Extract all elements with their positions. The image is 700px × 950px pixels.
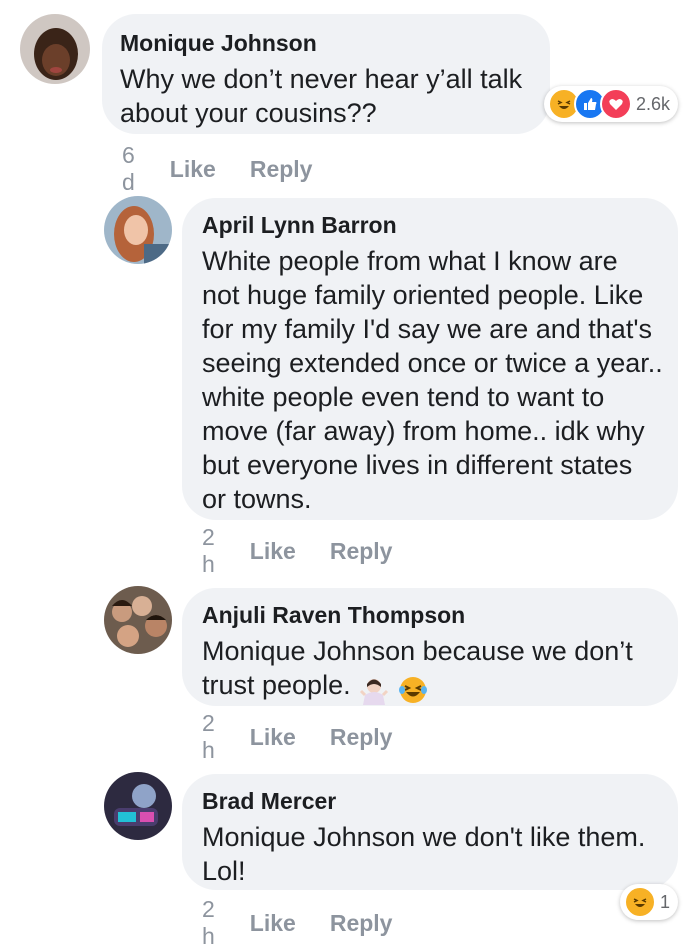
comment-author[interactable]: April Lynn Barron [202, 210, 678, 240]
reply-button[interactable]: Reply [330, 724, 393, 751]
haha-reaction-icon [624, 886, 656, 918]
comment-text: Monique Johnson we don't like them. Lol! [202, 822, 646, 886]
comment-actions: 2 h Like Reply [202, 710, 392, 764]
comment-actions: 2 h Like Reply [202, 524, 392, 578]
comment-text-line: Monique Johnson because we don’t trust p… [202, 634, 678, 705]
comment-author[interactable]: Anjuli Raven Thompson [202, 600, 678, 630]
comment-bubble: Brad Mercer Monique Johnson we don't lik… [182, 774, 678, 890]
laughing-tears-emoji-icon [398, 676, 427, 703]
reactions-summary[interactable]: 2.6k [544, 86, 679, 122]
comment-author[interactable]: Monique Johnson [120, 28, 550, 58]
comment-author[interactable]: Brad Mercer [202, 786, 678, 816]
timestamp[interactable]: 2 h [202, 524, 216, 578]
comment-bubble: Anjuli Raven Thompson Monique Johnson be… [182, 588, 678, 706]
avatar[interactable] [104, 772, 172, 840]
like-button[interactable]: Like [250, 724, 296, 751]
love-reaction-icon [600, 88, 632, 120]
comment-text: Why we don’t never hear y’all talk about… [120, 64, 523, 128]
reply-button[interactable]: Reply [330, 538, 393, 565]
reaction-count: 2.6k [636, 93, 671, 114]
timestamp[interactable]: 2 h [202, 710, 216, 764]
comment-actions: 6 d Like Reply [122, 142, 312, 196]
timestamp[interactable]: 6 d [122, 142, 136, 196]
like-button[interactable]: Like [250, 910, 296, 937]
reply-button[interactable]: Reply [250, 156, 313, 183]
timestamp[interactable]: 2 h [202, 896, 216, 950]
comment-actions: 2 h Like Reply [202, 896, 392, 950]
like-button[interactable]: Like [170, 156, 216, 183]
comment-text: White people from what I know are not hu… [202, 246, 663, 514]
comment-bubble: Monique Johnson Why we don’t never hear … [102, 14, 550, 134]
avatar[interactable] [20, 14, 90, 84]
like-button[interactable]: Like [250, 538, 296, 565]
avatar[interactable] [104, 586, 172, 654]
avatar[interactable] [104, 196, 172, 264]
person-shrugging-emoji-icon [359, 678, 389, 705]
reaction-count: 1 [660, 891, 671, 912]
comment-bubble: April Lynn Barron White people from what… [182, 198, 678, 520]
reply-button[interactable]: Reply [330, 910, 393, 937]
reactions-summary[interactable]: 1 [620, 884, 679, 920]
